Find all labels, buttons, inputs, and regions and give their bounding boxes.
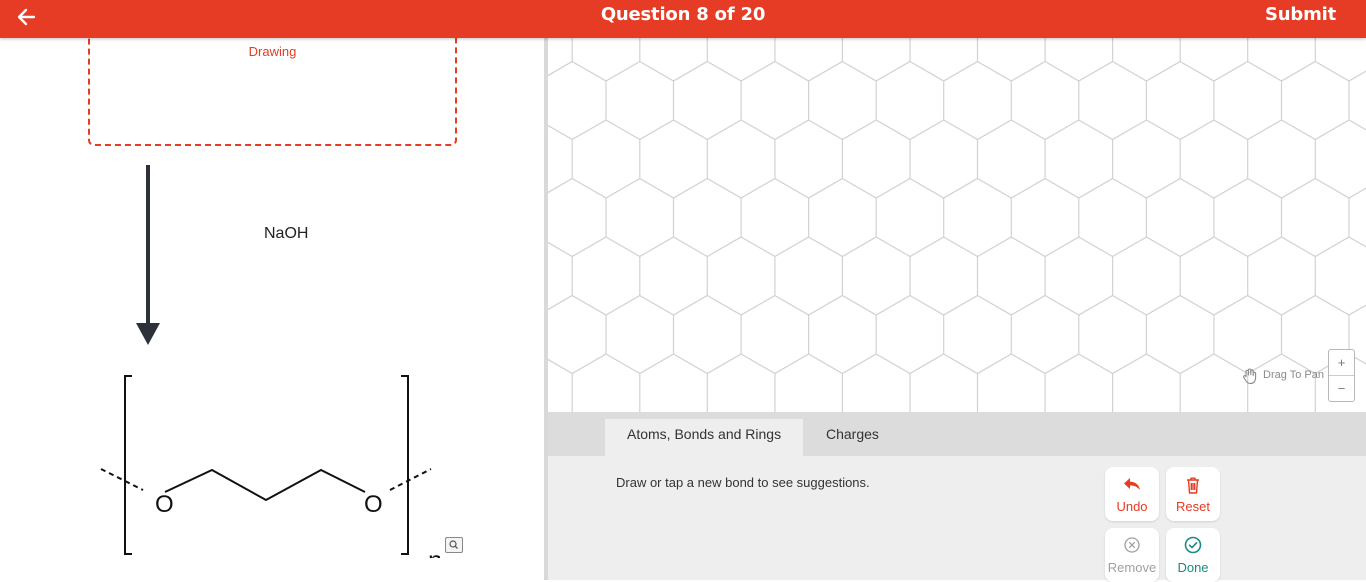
remove-button[interactable]: Remove xyxy=(1105,528,1159,582)
zoom-control: + − xyxy=(1328,349,1355,402)
drawing-canvas[interactable] xyxy=(548,38,1366,412)
oxygen-atom-right: O xyxy=(364,491,383,518)
drawing-answer-box[interactable]: Drawing xyxy=(88,34,457,146)
hand-icon xyxy=(1243,368,1257,385)
submit-button[interactable]: Submit xyxy=(1265,4,1336,25)
zoom-in-button[interactable]: + xyxy=(1329,350,1354,375)
reset-label: Reset xyxy=(1176,499,1210,514)
undo-icon xyxy=(1124,478,1140,490)
polymer-structure: O O n xyxy=(100,375,440,558)
reaction-arrow-icon xyxy=(136,165,160,345)
tab-atoms-bonds-rings[interactable]: Atoms, Bonds and Rings xyxy=(605,419,804,456)
page-title: Question 8 of 20 xyxy=(600,4,766,25)
done-label: Done xyxy=(1177,560,1209,575)
undo-button[interactable]: Undo xyxy=(1105,467,1159,521)
reagent-label: NaOH xyxy=(264,225,309,242)
question-panel: Drawing NaOH O O n xyxy=(0,34,545,580)
zoom-out-button[interactable]: − xyxy=(1329,376,1354,401)
trash-icon xyxy=(1187,477,1199,494)
oxygen-atom-left: O xyxy=(155,491,174,518)
tool-panel: Atoms, Bonds and Rings Charges Draw or t… xyxy=(548,412,1366,580)
pan-hint: Drag To Pan xyxy=(1238,366,1330,386)
tool-tabs: Atoms, Bonds and Rings Charges xyxy=(548,412,1366,456)
pan-hint-label: Drag To Pan xyxy=(1263,369,1324,381)
undo-label: Undo xyxy=(1116,499,1148,514)
suggestion-hint: Draw or tap a new bond to see suggestion… xyxy=(616,475,870,490)
check-circle-icon xyxy=(1184,536,1202,554)
done-button[interactable]: Done xyxy=(1166,528,1220,582)
tab-charges[interactable]: Charges xyxy=(804,419,901,456)
repeat-unit-n: n xyxy=(428,545,440,558)
top-bar: Question 8 of 20 Submit xyxy=(0,0,1366,38)
reset-button[interactable]: Reset xyxy=(1166,467,1220,521)
hex-grid xyxy=(548,38,1366,412)
magnify-icon[interactable] xyxy=(445,537,463,553)
remove-icon xyxy=(1124,537,1140,553)
hex-grid-lines xyxy=(548,38,1366,412)
remove-label: Remove xyxy=(1107,560,1157,575)
drawing-label: Drawing xyxy=(248,44,297,59)
